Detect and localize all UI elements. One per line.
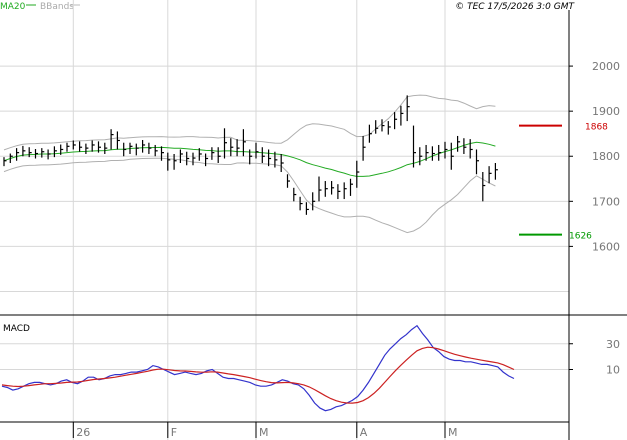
legend-bbands: BBands	[40, 2, 74, 12]
time-tick-label: A	[360, 426, 368, 439]
resistance-label: 1868	[585, 123, 608, 133]
bband-upper	[3, 94, 496, 151]
price-axis: 1600 1700 1800 1900 2000	[569, 60, 620, 253]
macd-tick-label: 10	[606, 364, 620, 377]
frame	[0, 10, 627, 440]
time-tick-label: M	[448, 426, 458, 439]
source-timestamp: © TEC 17/5/2026 3:0 GMT	[455, 2, 575, 12]
time-tick-label: M	[259, 426, 269, 439]
price-tick-label: 1600	[592, 240, 620, 253]
bband-lower	[3, 157, 496, 234]
price-bars	[3, 95, 498, 215]
legend: MA20 BBands	[0, 2, 80, 12]
price-tick-label: 1700	[592, 195, 620, 208]
macd-line	[1, 324, 515, 412]
time-tick-label: F	[171, 426, 177, 439]
legend-ma20: MA20	[0, 2, 26, 12]
price-tick-label: 2000	[592, 60, 620, 73]
macd-title: MACD	[3, 324, 30, 334]
stock-chart: MA20 BBands © TEC 17/5/2026 3:0 GMT 1868…	[0, 0, 627, 440]
macd-tick-label: 30	[606, 338, 620, 351]
signal-line	[1, 346, 515, 404]
price-tick-label: 1800	[592, 150, 620, 163]
macd-grid	[0, 343, 569, 370]
time-tick-label: 26	[76, 426, 90, 439]
macd-lines	[1, 324, 515, 412]
time-axis: 26 F M A M	[72, 422, 458, 439]
support-label: 1626	[569, 232, 592, 242]
price-tick-label: 1900	[592, 105, 620, 118]
price-grid	[0, 0, 569, 440]
support-resistance: 1868 1626	[519, 123, 608, 242]
macd-axis: 10 30	[569, 338, 620, 377]
